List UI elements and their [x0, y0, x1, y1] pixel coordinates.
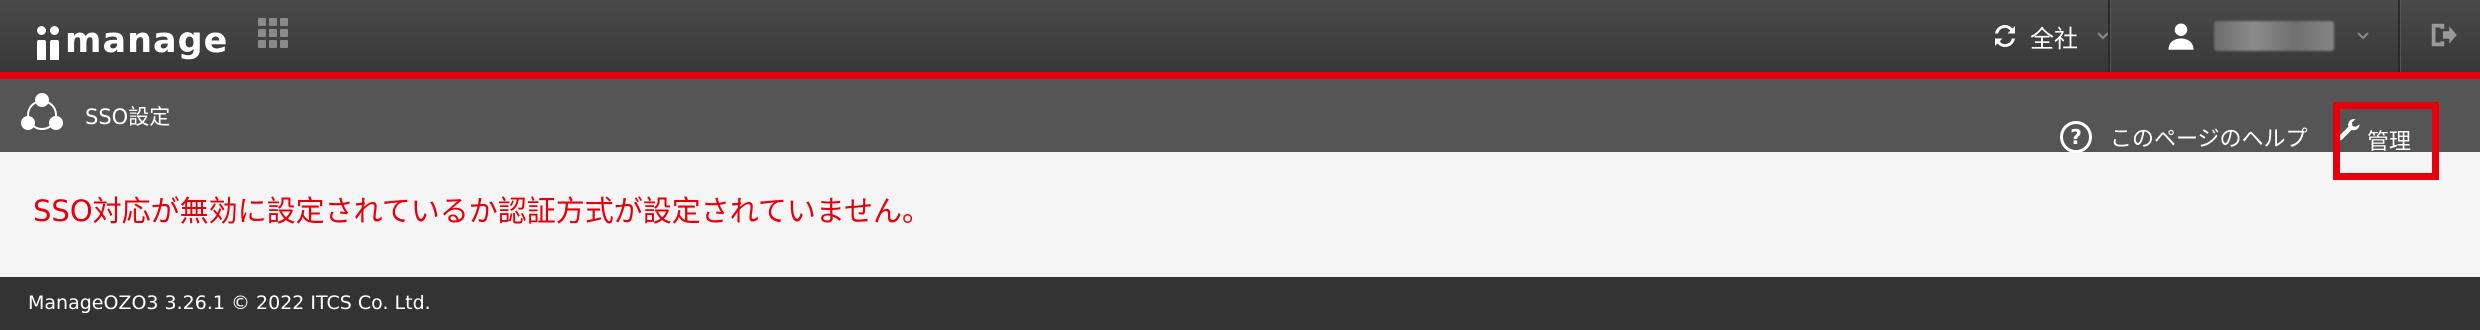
chevron-down-icon — [2357, 32, 2369, 40]
logo-mark — [37, 26, 63, 62]
user-icon — [2168, 23, 2194, 50]
help-link[interactable]: ? このページのヘルプ — [2060, 121, 2308, 153]
sync-icon — [1995, 24, 2015, 48]
top-navigation-bar: manage 全社 — [0, 0, 2480, 72]
scope-selector[interactable]: 全社 — [1990, 0, 2140, 72]
admin-highlight-box — [2333, 102, 2439, 180]
footer: ManageOZO3 3.26.1 © 2022 ITCS Co. Ltd. — [0, 277, 2480, 330]
help-label: このページのヘルプ — [2110, 127, 2308, 152]
error-message: SSO対応が無効に設定されているか認証方式が設定されていません。 — [33, 194, 932, 228]
divider — [2108, 0, 2110, 72]
logo-text: manage — [65, 21, 229, 61]
help-icon: ? — [2060, 121, 2092, 153]
divider — [2398, 0, 2400, 72]
logout-icon[interactable] — [2428, 20, 2458, 50]
page-title: SSO設定 — [85, 105, 171, 129]
app-logo[interactable]: manage — [37, 12, 228, 62]
user-menu[interactable] — [2166, 0, 2370, 72]
user-name-blurred — [2214, 21, 2334, 51]
page-header: SSO設定 ? このページのヘルプ 管理 — [0, 79, 2480, 155]
scope-label: 全社 — [2030, 24, 2078, 53]
accent-line — [0, 72, 2480, 79]
sso-icon — [21, 93, 63, 130]
apps-grid-icon[interactable] — [258, 18, 288, 48]
footer-copyright: ManageOZO3 3.26.1 © 2022 ITCS Co. Ltd. — [28, 292, 431, 314]
